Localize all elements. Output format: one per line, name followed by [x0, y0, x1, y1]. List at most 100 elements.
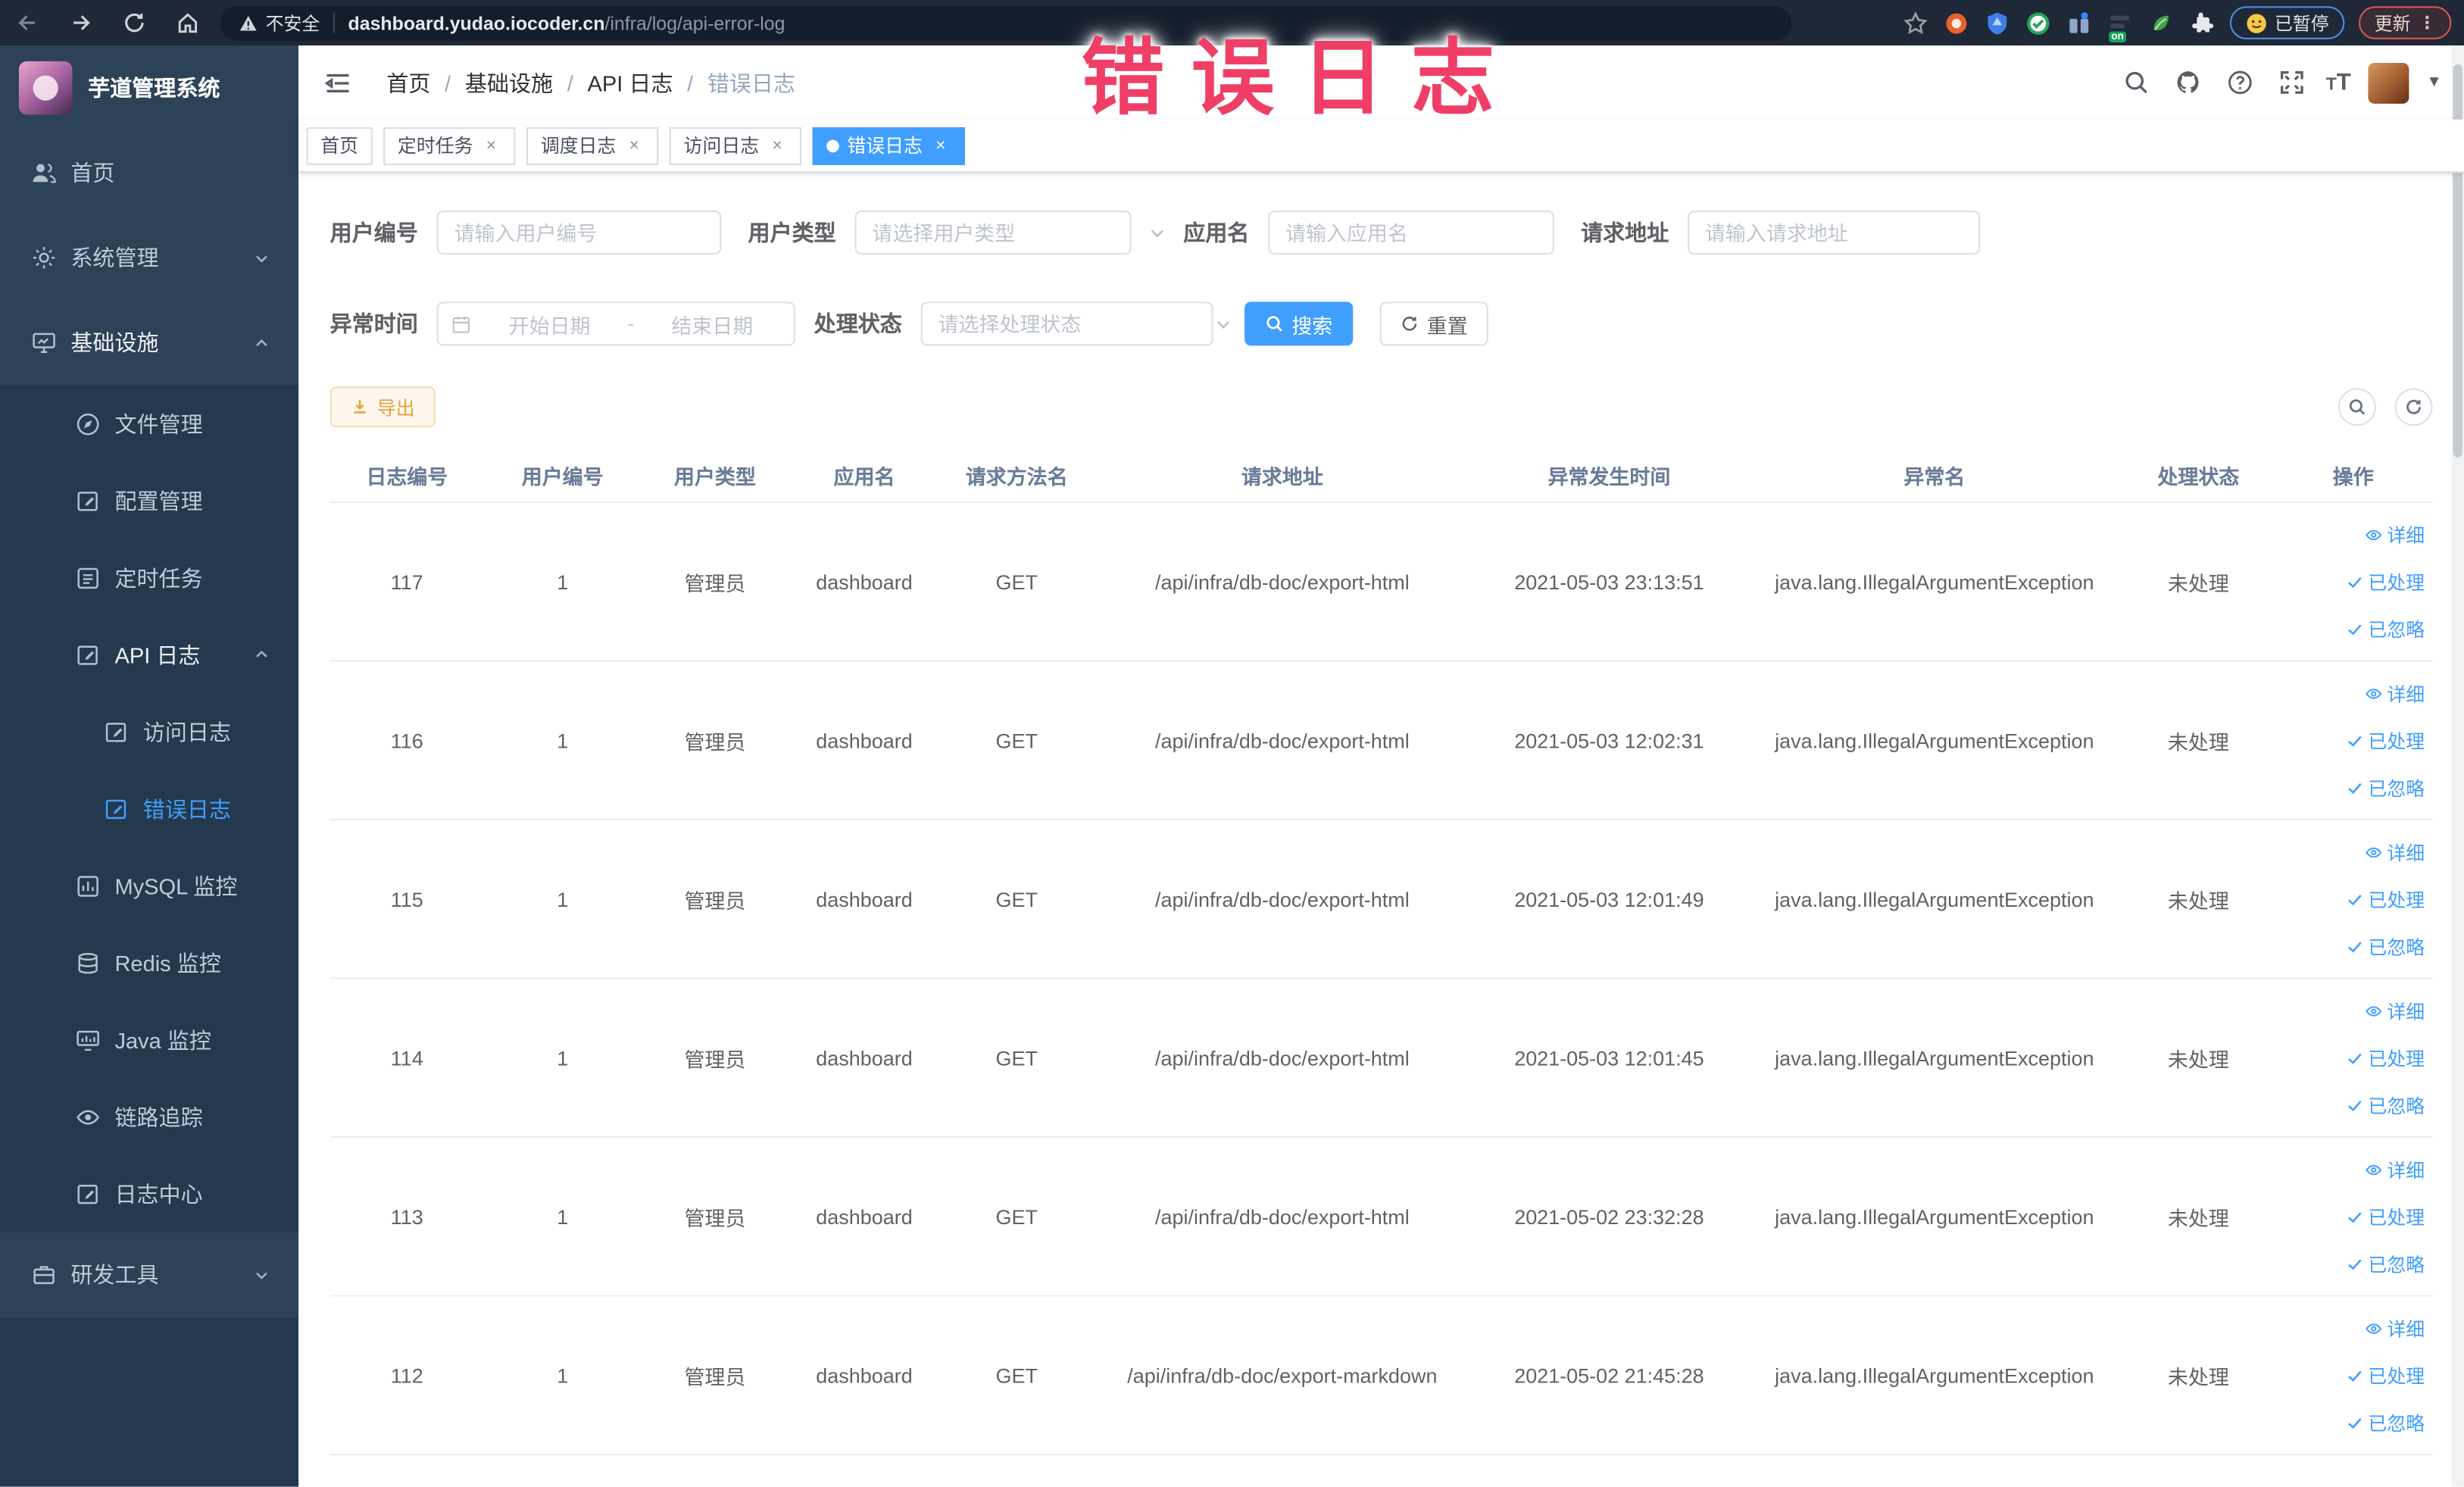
user-type-select-input[interactable] — [872, 220, 1149, 245]
cell-log-id: 116 — [390, 728, 423, 752]
github-icon[interactable] — [2170, 65, 2205, 100]
app-name-input[interactable] — [1268, 210, 1554, 255]
user-id-input[interactable] — [436, 210, 722, 255]
browser-reload-icon[interactable] — [107, 0, 161, 45]
sidebar-item-home[interactable]: 首页 — [0, 130, 298, 215]
update-chip[interactable]: 更新 ⋮ — [2359, 6, 2452, 39]
sidebar-item-dev-tools[interactable]: 研发工具 — [0, 1232, 298, 1317]
sidebar-item-api-logs[interactable]: API 日志 — [0, 616, 298, 693]
sidebar-item-redis-monitor[interactable]: Redis 监控 — [0, 924, 298, 1001]
sidebar-item-log-center[interactable]: 日志中心 — [0, 1155, 298, 1232]
reset-button[interactable]: 重置 — [1379, 301, 1488, 346]
extension-shield-icon[interactable] — [1984, 9, 2010, 36]
sidebar-item-access-log[interactable]: 访问日志 — [0, 693, 298, 770]
cell-request-url: /api/infra/db-doc/export-html — [1154, 570, 1410, 594]
tag-close-icon[interactable]: × — [767, 135, 788, 155]
help-icon[interactable] — [2222, 65, 2257, 100]
security-warning-icon[interactable] — [239, 14, 258, 33]
sidebar-item-config-management[interactable]: 配置管理 — [0, 462, 298, 539]
extension-proxy-switch-icon[interactable]: on — [2106, 9, 2133, 43]
breadcrumb-item-api-logs[interactable]: API 日志 — [587, 67, 673, 98]
edit-icon — [104, 719, 129, 744]
address-bar[interactable]: 不安全 dashboard.yudao.iocoder.cn/infra/log… — [220, 5, 1792, 40]
search-icon[interactable] — [2119, 65, 2153, 100]
mark-ignored-label: 已忽略 — [2368, 1094, 2425, 1117]
extension-adblock-icon[interactable] — [1943, 9, 1969, 36]
detail-link[interactable]: 详细 — [2365, 1156, 2425, 1182]
toggle-search-button[interactable] — [2338, 388, 2376, 426]
page-scrollbar[interactable] — [2451, 45, 2464, 1487]
security-label[interactable]: 不安全 — [266, 10, 320, 35]
sidebar-item-trace[interactable]: 链路追踪 — [0, 1078, 298, 1155]
detail-link[interactable]: 详细 — [2365, 679, 2425, 706]
mark-processed-link[interactable]: 已处理 — [2346, 886, 2425, 912]
process-status-select-input[interactable] — [938, 311, 1215, 336]
mark-processed-link[interactable]: 已处理 — [2346, 727, 2425, 754]
breadcrumb-item-infrastructure[interactable]: 基础设施 — [465, 67, 553, 98]
end-date-placeholder[interactable]: 结束日期 — [644, 309, 782, 339]
sidebar-toggle-icon[interactable] — [323, 65, 358, 100]
cell-user-id: 1 — [557, 887, 569, 911]
extension-leaf-icon[interactable] — [2147, 9, 2174, 36]
browser-back-icon[interactable] — [0, 0, 54, 45]
profile-paused-chip[interactable]: 已暂停 — [2228, 6, 2345, 39]
extension-green-check-icon[interactable] — [2025, 9, 2051, 36]
sidebar-item-error-log[interactable]: 错误日志 — [0, 770, 298, 848]
mark-ignored-link[interactable]: 已忽略 — [2346, 615, 2425, 642]
app-logo-row[interactable]: 芋道管理系统 — [0, 45, 299, 131]
tag-close-icon[interactable]: × — [481, 135, 501, 155]
browser-menu-dots-icon[interactable]: ⋮ — [2419, 13, 2436, 33]
breadcrumb-item-home[interactable]: 首页 — [386, 67, 430, 98]
sidebar-item-system-management[interactable]: 系统管理 — [0, 215, 298, 300]
refresh-table-button[interactable] — [2394, 388, 2433, 426]
detail-link[interactable]: 详细 — [2365, 839, 2425, 865]
tag-error-log[interactable]: 错误日志 × — [812, 127, 965, 164]
mark-ignored-link[interactable]: 已忽略 — [2346, 1092, 2425, 1118]
mark-processed-link[interactable]: 已处理 — [2346, 1362, 2425, 1389]
detail-link[interactable]: 详细 — [2365, 521, 2425, 548]
start-date-placeholder[interactable]: 开始日期 — [481, 309, 619, 339]
mark-ignored-link[interactable]: 已忽略 — [2346, 932, 2425, 959]
sidebar-item-mysql-monitor[interactable]: MySQL 监控 — [0, 847, 298, 924]
eye-icon — [2366, 688, 2382, 698]
cell-method: GET — [995, 570, 1038, 594]
bookmark-star-icon[interactable] — [1902, 9, 1928, 36]
exception-time-range-picker[interactable]: 开始日期 - 结束日期 — [436, 301, 795, 346]
detail-link[interactable]: 详细 — [2365, 997, 2425, 1023]
extensions-puzzle-icon[interactable] — [2188, 9, 2215, 36]
cell-user-type: 管理员 — [684, 729, 746, 754]
mark-processed-link[interactable]: 已处理 — [2346, 568, 2425, 595]
export-button[interactable]: 导出 — [329, 386, 436, 428]
request-url-input[interactable] — [1688, 210, 1981, 255]
tag-home[interactable]: 首页 — [306, 127, 373, 164]
check-icon — [2348, 1258, 2362, 1270]
search-button[interactable]: 搜索 — [1244, 301, 1354, 346]
user-type-select[interactable] — [854, 210, 1164, 255]
process-status-select[interactable] — [920, 301, 1230, 346]
fullscreen-icon[interactable] — [2274, 65, 2309, 100]
sidebar-item-java-monitor[interactable]: Java 监控 — [0, 1001, 298, 1079]
extension-grid-icon[interactable] — [2066, 9, 2092, 36]
tag-scheduled-tasks[interactable]: 定时任务 × — [383, 127, 516, 164]
detail-link[interactable]: 详细 — [2365, 1314, 2425, 1341]
mark-ignored-link[interactable]: 已忽略 — [2346, 774, 2425, 801]
tag-access-log[interactable]: 访问日志 × — [669, 127, 802, 164]
mark-processed-link[interactable]: 已处理 — [2346, 1045, 2425, 1071]
sidebar-menu: 芋道管理系统 首页 系统管理 基础设施 — [0, 45, 299, 386]
tag-close-icon[interactable]: × — [624, 135, 645, 155]
mark-processed-link[interactable]: 已处理 — [2346, 1203, 2425, 1229]
mark-processed-label: 已处理 — [2368, 889, 2425, 911]
sidebar-item-infrastructure[interactable]: 基础设施 — [0, 300, 298, 385]
mark-ignored-link[interactable]: 已忽略 — [2346, 1250, 2425, 1276]
browser-forward-icon[interactable] — [54, 0, 108, 45]
font-size-icon[interactable]: TT — [2326, 69, 2351, 95]
mark-ignored-link[interactable]: 已忽略 — [2346, 1409, 2425, 1435]
browser-actions: on 已暂停 更新 ⋮ — [1902, 6, 2464, 43]
avatar-caret-down-icon[interactable]: ▼ — [2426, 74, 2442, 92]
user-avatar[interactable] — [2368, 61, 2409, 103]
browser-home-icon[interactable] — [161, 0, 214, 45]
tag-schedule-log[interactable]: 调度日志 × — [526, 127, 659, 164]
tag-close-icon[interactable]: × — [930, 135, 951, 155]
sidebar-item-file-management[interactable]: 文件管理 — [0, 385, 298, 462]
sidebar-item-scheduled-tasks[interactable]: 定时任务 — [0, 539, 298, 617]
